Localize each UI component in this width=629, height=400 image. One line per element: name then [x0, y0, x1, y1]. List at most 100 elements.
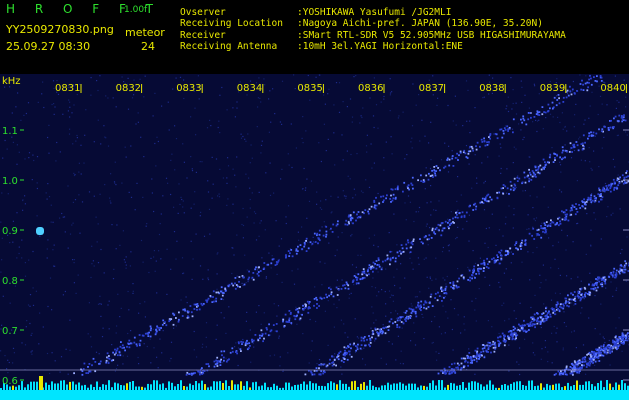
noise-dot [388, 341, 390, 343]
trace-dot [315, 367, 318, 369]
trace-dot [510, 184, 513, 187]
baseline-spike [339, 380, 341, 390]
noise-dot [432, 94, 434, 96]
noise-dot [467, 89, 469, 91]
noise-dot [257, 97, 259, 99]
trace-dot [494, 344, 497, 346]
trace-dot [491, 258, 493, 261]
noise-dot [211, 197, 213, 199]
noise-dot [59, 217, 61, 219]
trace-dot [616, 179, 619, 182]
noise-dot [77, 274, 79, 276]
trace-dot [475, 148, 478, 151]
trace-dot [315, 296, 318, 299]
noise-dot [442, 246, 444, 249]
noise-dot [202, 278, 204, 280]
baseline-spike [174, 386, 176, 390]
trace-dot [578, 359, 581, 362]
trace-dot [374, 327, 377, 330]
noise-dot [423, 338, 425, 340]
noise-dot [140, 239, 143, 242]
trace-dot [460, 367, 463, 370]
trace-dot [187, 315, 189, 318]
baseline-spike [621, 380, 623, 390]
trace-dot [437, 228, 440, 231]
trace-dot [606, 187, 608, 190]
trace-dot [476, 350, 479, 353]
trace-dot [349, 214, 352, 216]
trace-dot [504, 250, 507, 253]
noise-dot [261, 140, 263, 142]
spectrogram-plot: kHz1.11.00.90.80.70.6 0831 0832 0833 0834 08… [0, 74, 629, 400]
trace-dot [226, 359, 229, 362]
noise-dot [30, 351, 32, 353]
trace-dot [494, 133, 497, 135]
noise-dot [484, 180, 486, 182]
baseline-spike [243, 385, 245, 390]
noise-dot [73, 174, 76, 177]
noise-dot [583, 123, 585, 125]
trace-dot [535, 175, 537, 178]
baseline-spike [15, 386, 17, 390]
baseline-spike [285, 382, 287, 390]
noise-dot [616, 287, 618, 289]
trace-dot [487, 263, 489, 265]
noise-dot [362, 107, 364, 109]
baseline-spike [237, 384, 239, 390]
trace-dot [397, 317, 400, 319]
noise-dot [270, 267, 272, 269]
trace-dot [595, 348, 597, 351]
trace-dot [605, 346, 608, 349]
noise-dot [314, 286, 316, 288]
noise-dot [84, 134, 86, 136]
trace-dot [501, 332, 504, 335]
trace-dot [374, 263, 376, 265]
noise-dot [341, 232, 343, 234]
noise-dot [343, 323, 345, 325]
trace-dot [420, 309, 422, 312]
trace-dot [267, 263, 270, 266]
trace-dot [263, 262, 266, 264]
baseline-spike [36, 381, 38, 390]
noise-dot [273, 354, 276, 356]
noise-dot [183, 161, 185, 163]
trace-dot [372, 270, 374, 273]
trace-dot [390, 201, 392, 203]
noise-dot [281, 281, 283, 283]
trace-dot [387, 329, 390, 331]
noise-dot [127, 77, 129, 79]
noise-dot [357, 337, 360, 339]
trace-dot [441, 229, 444, 232]
baseline-spike [84, 384, 86, 390]
noise-dot [544, 340, 546, 342]
noise-dot [181, 198, 183, 201]
trace-dot [569, 85, 571, 88]
trace-dot [133, 336, 136, 339]
noise-dot [389, 94, 391, 96]
noise-dot [268, 131, 270, 133]
noise-dot [107, 145, 110, 147]
trace-dot [523, 171, 526, 174]
noise-dot [99, 303, 101, 305]
trace-dot [497, 256, 499, 258]
noise-floor [0, 74, 629, 376]
noise-dot [182, 200, 184, 202]
noise-dot [108, 300, 110, 302]
trace-dot [533, 313, 536, 316]
noise-dot [538, 119, 540, 121]
trace-dot [523, 176, 526, 179]
trace-dot [123, 346, 125, 349]
baseline-spike [624, 383, 626, 390]
noise-dot [190, 207, 192, 209]
trace-dot [553, 309, 556, 312]
trace-dot [313, 298, 316, 300]
noise-dot [336, 279, 338, 281]
trace-dot [219, 361, 222, 364]
noise-dot [446, 275, 448, 278]
noise-dot [97, 89, 99, 92]
trace-dot [496, 254, 498, 257]
trace-dot [231, 347, 234, 350]
trace-dot [613, 189, 615, 191]
trace-dot [498, 251, 500, 254]
trace-dot [128, 346, 131, 349]
